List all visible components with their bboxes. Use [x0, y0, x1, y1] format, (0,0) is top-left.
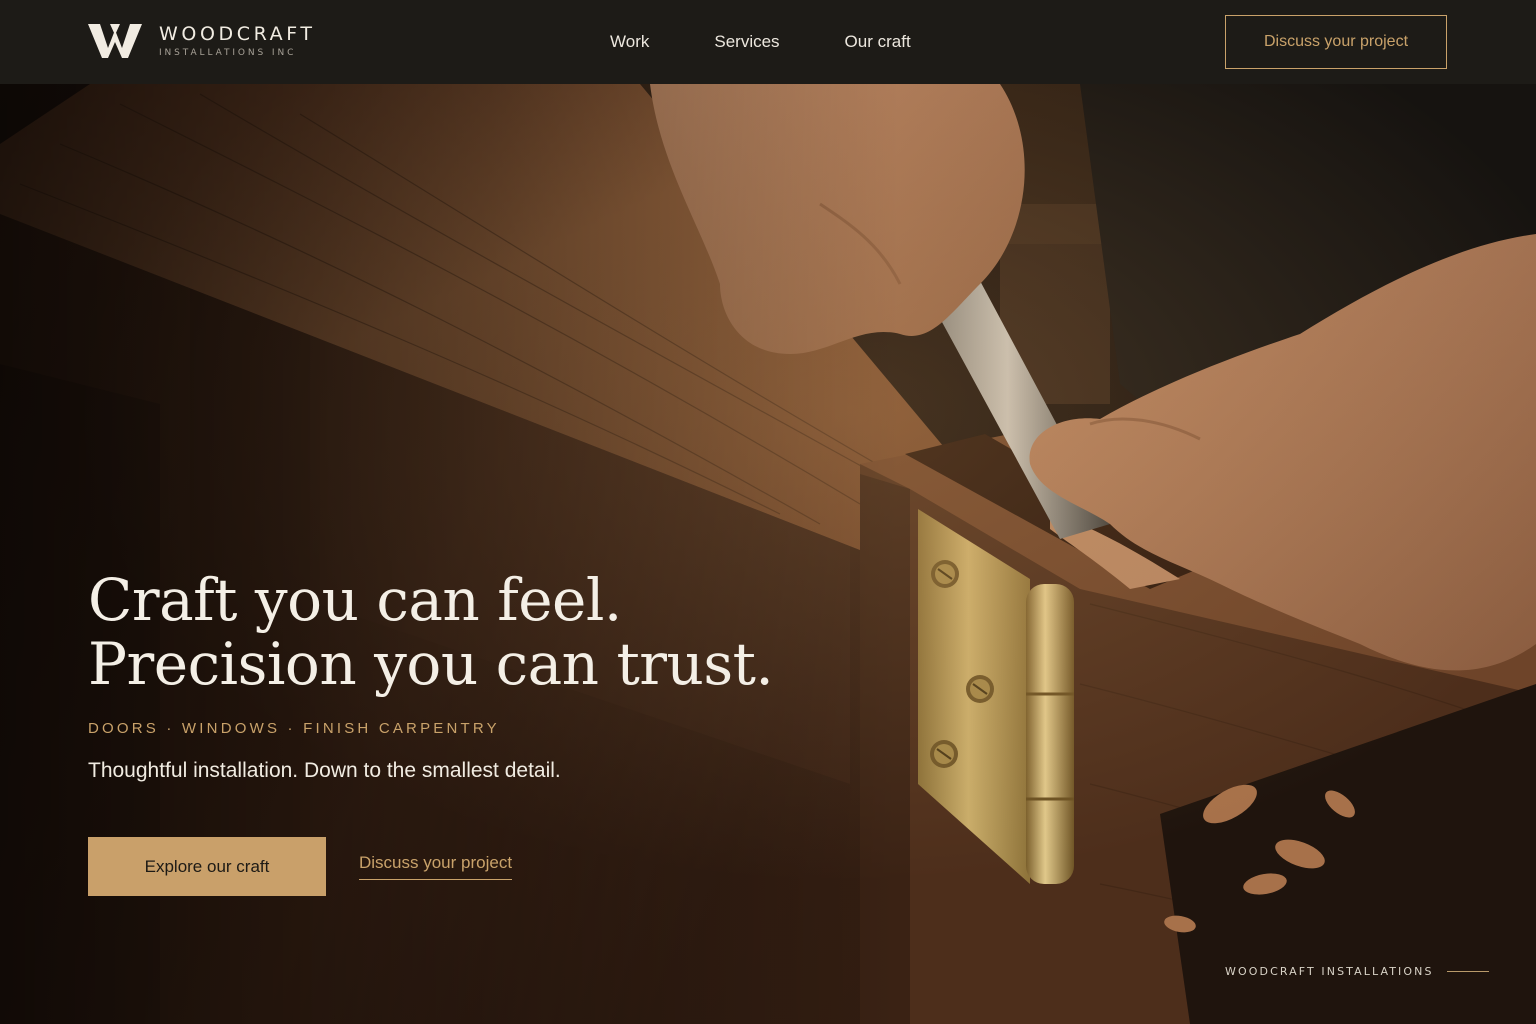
nav-item-work[interactable]: Work: [610, 31, 649, 53]
brand-name: WOODCRAFT: [159, 23, 316, 45]
hero-copy: Craft you can feel. Precision you can tr…: [88, 566, 774, 783]
nav-item-our-craft[interactable]: Our craft: [845, 31, 911, 53]
header-discuss-project-button[interactable]: Discuss your project: [1225, 15, 1447, 69]
hero-section: Craft you can feel. Precision you can tr…: [0, 84, 1536, 1024]
hero-headline-line1: Craft you can feel.: [88, 566, 622, 634]
main-nav: Work Services Our craft: [610, 31, 976, 53]
brand-logo[interactable]: WOODCRAFT INSTALLATIONS INC: [88, 22, 316, 60]
w-monogram-icon: [88, 24, 142, 58]
brand-subtitle: INSTALLATIONS INC: [159, 48, 297, 58]
hero-headline: Craft you can feel. Precision you can tr…: [88, 566, 774, 698]
hero-tagline: Thoughtful installation. Down to the sma…: [88, 759, 561, 782]
hero-headline-line2: Precision you can trust.: [88, 630, 774, 698]
hero-cta-row: Explore our craft Discuss your project: [88, 837, 513, 896]
services-eyebrow: DOORS · WINDOWS · FINISH CARPENTRY: [88, 720, 500, 737]
footer-brand-label: WOODCRAFT INSTALLATIONS: [1225, 965, 1434, 978]
footer-brand-tag: WOODCRAFT INSTALLATIONS: [1225, 965, 1489, 978]
nav-item-services[interactable]: Services: [714, 31, 779, 53]
site-header: WOODCRAFT INSTALLATIONS INC Work Service…: [0, 0, 1536, 84]
discuss-project-link[interactable]: Discuss your project: [359, 853, 513, 880]
explore-craft-button[interactable]: Explore our craft: [88, 837, 326, 896]
footer-rule: [1446, 971, 1489, 972]
